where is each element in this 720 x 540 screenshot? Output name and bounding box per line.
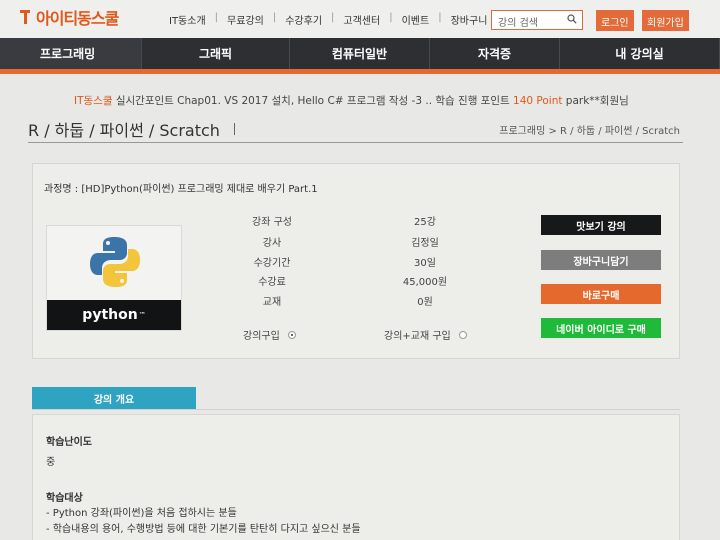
python-trademark: ™	[138, 311, 146, 319]
option-lecture-textbook[interactable]: 강의+교재 구입	[384, 327, 467, 342]
intro-divider	[32, 409, 680, 410]
target-item: - 학습내용의 용어, 수행방법 등에 대한 기본기를 탄탄히 다지고 싶으신 …	[46, 524, 361, 535]
info-value-lessons: 25강	[414, 217, 436, 228]
option-lecture-textbook-label: 강의+교재 구입	[384, 331, 451, 342]
add-to-cart-button[interactable]: 장바구니담기	[541, 250, 661, 270]
option-lecture-only-label: 강의구입	[243, 331, 280, 342]
signup-button[interactable]: 회원가입	[642, 10, 689, 31]
topnav-item-cart[interactable]: 장바구니	[442, 12, 497, 27]
search-placeholder: 강의 검색	[498, 18, 538, 29]
logo-icon	[20, 8, 32, 26]
info-label-period: 수강기간	[253, 258, 291, 269]
ticker-text: 실시간포인트 Chap01. VS 2017 설치, Hello C# 프로그램…	[112, 95, 514, 107]
site-logo[interactable]: 아이티동스쿨	[20, 6, 119, 28]
option-lecture-only[interactable]: 강의구입	[243, 327, 296, 342]
topnav-item-reviews[interactable]: 수강후기	[276, 12, 331, 27]
info-value-period: 30일	[414, 258, 436, 269]
search-input[interactable]: 강의 검색	[491, 10, 583, 30]
topnav-item-free-lectures[interactable]: 무료강의	[218, 12, 273, 27]
naver-purchase-button[interactable]: 네이버 아이디로 구매	[541, 318, 661, 338]
info-label-lessons: 강좌 구성	[252, 217, 292, 228]
ticker-user: park**회원님	[562, 95, 629, 107]
difficulty-heading: 학습난이도	[46, 437, 92, 448]
ticker-brand: IT동스쿨	[74, 95, 113, 107]
info-value-fee: 45,000원	[402, 277, 448, 288]
python-wordmark-text: python	[82, 307, 138, 323]
radio-lecture-only[interactable]	[287, 330, 296, 339]
tab-graphics[interactable]: 그래픽	[142, 38, 290, 69]
python-logo-icon	[90, 237, 140, 287]
ticker-points: 140 Point	[513, 95, 563, 107]
top-header: 아이티동스쿨 IT동소개 | 무료강의 | 수강후기 | 고객센터 | 이벤트 | 장바구…	[0, 0, 720, 38]
difficulty-value: 중	[46, 457, 56, 468]
topnav-item-about[interactable]: IT동소개	[160, 12, 215, 27]
tab-certification[interactable]: 자격증	[430, 38, 560, 69]
tab-programming[interactable]: 프로그래밍	[0, 38, 142, 69]
python-wordmark: python ™	[47, 300, 181, 330]
target-heading: 학습대상	[46, 493, 83, 504]
target-item: - Python 강좌(파이썬)을 처음 접하시는 분들	[46, 508, 237, 519]
topnav-item-events[interactable]: 이벤트	[393, 12, 439, 27]
main-nav: 프로그래밍 그래픽 컴퓨터일반 자격증 내 강의실	[0, 38, 720, 74]
info-value-textbook: 0원	[417, 297, 433, 308]
breadcrumb: 프로그래밍 > R / 하둡 / 파이썬 / Scratch	[499, 126, 680, 137]
login-button[interactable]: 로그인	[596, 10, 634, 31]
tab-my-classroom[interactable]: 내 강의실	[560, 38, 720, 69]
title-underline	[28, 142, 683, 143]
course-thumbnail: python ™	[46, 225, 182, 331]
search-icon[interactable]	[567, 14, 577, 24]
tab-course-overview[interactable]: 강의 개요	[32, 387, 196, 409]
title-divider	[234, 123, 235, 135]
logo-text: 아이티동스쿨	[36, 9, 119, 28]
topnav-item-support[interactable]: 고객센터	[334, 12, 389, 27]
radio-lecture-textbook[interactable]	[458, 330, 467, 339]
info-value-instructor: 김정일	[411, 238, 439, 249]
preview-lecture-button[interactable]: 맛보기 강의	[541, 215, 661, 235]
info-label-instructor: 강사	[262, 238, 282, 249]
buy-now-button[interactable]: 바로구매	[541, 284, 661, 304]
realtime-point-ticker: IT동스쿨 실시간포인트 Chap01. VS 2017 설치, Hello C…	[74, 93, 629, 108]
info-label-fee: 수강료	[258, 277, 286, 288]
info-label-textbook: 교재	[262, 297, 282, 308]
top-nav: IT동소개 | 무료강의 | 수강후기 | 고객센터 | 이벤트 | 장바구니	[160, 12, 496, 27]
course-name: 과정명 : [HD]Python(파이썬) 프로그래밍 제대로 배우기 Part…	[44, 184, 318, 195]
page-title: R / 하둡 / 파이썬 / Scratch	[28, 121, 220, 140]
tab-computer-general[interactable]: 컴퓨터일반	[290, 38, 430, 69]
